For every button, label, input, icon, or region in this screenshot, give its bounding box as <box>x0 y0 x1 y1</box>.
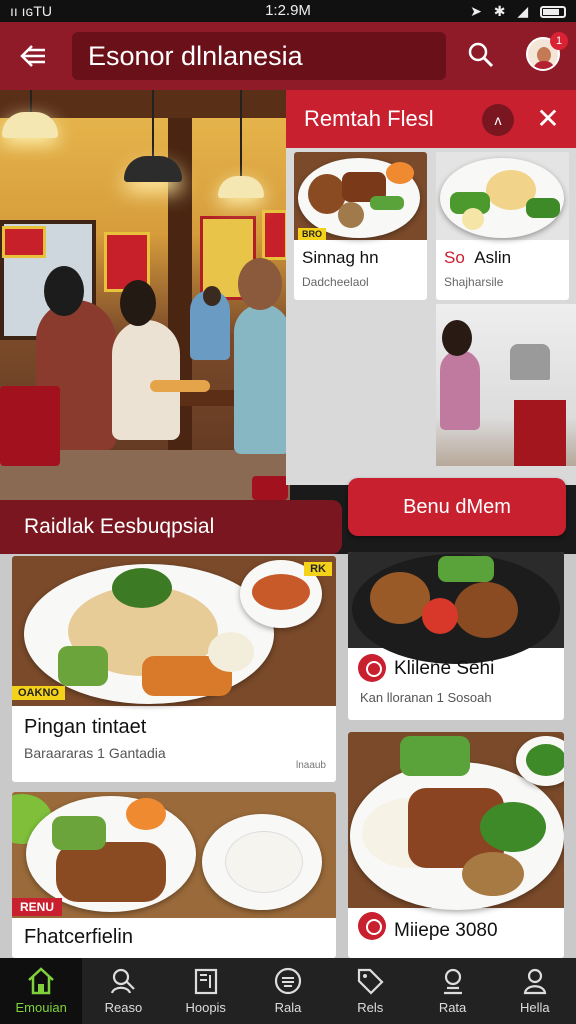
food-card[interactable]: RENU Fhatcerfielin <box>12 792 336 958</box>
nav-deals[interactable]: Rels <box>329 958 411 1024</box>
nav-search[interactable]: Reaso <box>82 958 164 1024</box>
card-title: Sinnag hn <box>302 248 379 267</box>
card-title: Miiepe 3080 <box>394 920 498 941</box>
book-icon <box>194 968 217 995</box>
location-pin-icon <box>358 654 386 682</box>
nav-menu[interactable]: Rala <box>247 958 329 1024</box>
battery-icon <box>540 6 566 19</box>
card-subtitle: Dadcheelaol <box>302 275 369 289</box>
nav-label: Rala <box>274 1000 302 1015</box>
page-title: Esonor dlnlanesia <box>72 32 446 80</box>
nav-profile[interactable]: Hella <box>494 958 576 1024</box>
food-card[interactable]: Klilene Sehi Kan lloranan 1 Sosoah <box>348 552 564 720</box>
card-subtitle: Shajharsile <box>444 275 504 289</box>
profile-icon <box>523 968 547 995</box>
food-photo <box>294 152 427 240</box>
corner-tag: RK <box>304 562 332 576</box>
location-pin-icon <box>358 912 386 940</box>
nav-label: Emouian <box>15 1000 67 1015</box>
status-bar: ıı ıɢTU 1:2.9M ➤ ✱ ◢ <box>0 0 576 22</box>
interior-photo <box>436 304 576 466</box>
mini-card[interactable]: BRO Sinnag hn Dadcheelaol <box>294 152 427 300</box>
mini-card[interactable]: So Aslin Shajharsile <box>436 152 569 300</box>
ranking-icon <box>443 968 462 995</box>
card-title: So Aslin <box>444 248 512 267</box>
card-tag: BRO <box>298 228 326 240</box>
food-photo <box>348 732 564 910</box>
card-subtitle: Kan lloranan 1 Sosoah <box>360 690 492 705</box>
nav-label: Rata <box>438 1000 467 1015</box>
location-icon: ➤ <box>470 3 486 19</box>
card-title: Fhatcerfielin <box>24 926 133 948</box>
food-card[interactable]: Miiepe 3080 <box>348 732 564 958</box>
nav-ranking[interactable]: Rata <box>411 958 493 1024</box>
section-title: Raidlak Eesbuqpsial <box>0 500 342 554</box>
nav-label: Reaso <box>104 1000 143 1015</box>
signal-icon: ◢ <box>517 3 533 19</box>
food-photo <box>12 556 336 706</box>
collapse-toggle[interactable]: ʌ <box>482 104 514 136</box>
restaurant-hero-image <box>0 90 290 500</box>
bluetooth-icon: ✱ <box>493 3 510 19</box>
card-note: lnaaub <box>295 760 326 771</box>
card-tag: RENU <box>12 898 63 916</box>
notification-badge: 1 <box>550 32 568 50</box>
card-title: Pingan tintaet <box>24 716 147 738</box>
card-title: Klilene Sehi <box>394 658 495 679</box>
app-header: Esonor dlnlanesia 1 <box>0 22 576 90</box>
recommendation-panel: Remtah Flesl ʌ ✕ BRO Sinnag hn Dadcheela… <box>286 90 576 485</box>
back-arrow-icon[interactable] <box>18 42 48 70</box>
search-icon[interactable] <box>466 40 496 70</box>
nav-label: Hoopis <box>185 1000 226 1015</box>
nav-home[interactable]: Emouian <box>0 958 83 1024</box>
food-card[interactable]: RK OAKNO Pingan tintaet Baraararas 1 Gan… <box>12 556 336 782</box>
tag-icon <box>358 968 384 995</box>
close-icon[interactable]: ✕ <box>532 104 564 136</box>
food-photo <box>348 552 564 664</box>
card-tag: OAKNO <box>12 686 65 700</box>
status-icons: ➤ ✱ ◢ <box>470 3 566 20</box>
nav-label: Hella <box>520 1000 550 1015</box>
card-subtitle: Baraararas 1 Gantadia <box>24 745 166 761</box>
food-photo <box>436 152 569 240</box>
view-menu-button[interactable]: Benu dMem <box>348 478 566 536</box>
nav-label: Rels <box>357 1000 384 1015</box>
home-icon <box>28 967 54 995</box>
nav-books[interactable]: Hoopis <box>165 958 247 1024</box>
search-person-icon <box>111 968 136 994</box>
bottom-nav: Emouian Reaso Hoopis Rala Rels Rata Hell… <box>0 958 576 1024</box>
menu-circle-icon <box>274 967 302 995</box>
